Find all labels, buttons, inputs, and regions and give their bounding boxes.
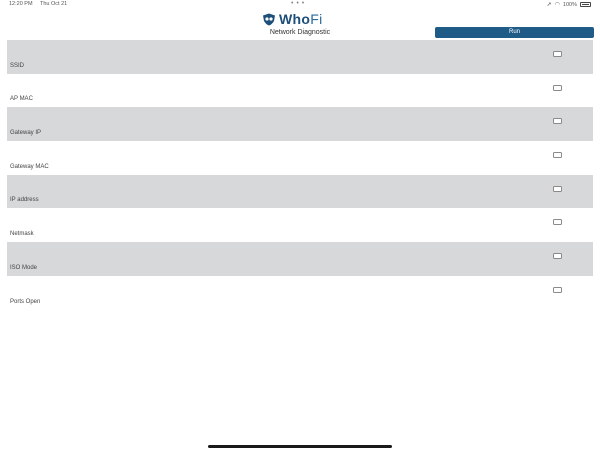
multitasking-dots[interactable]: • • • xyxy=(291,0,305,7)
row-label: Gateway MAC xyxy=(10,163,49,170)
row-label: Ports Open xyxy=(10,298,41,305)
logo-text-fi: Fi xyxy=(310,11,323,27)
row-label: IP address xyxy=(10,197,39,204)
list-item-ap-mac: AP MAC xyxy=(7,74,593,108)
app-logo: WhoFi xyxy=(262,11,322,27)
status-date: Thu Oct 21 xyxy=(39,1,68,7)
home-indicator[interactable] xyxy=(208,445,392,448)
status-left: 12:20 PM Thu Oct 21 xyxy=(9,1,73,7)
list-item-ports-open: Ports Open xyxy=(7,276,593,310)
logo-text-who: Who xyxy=(279,11,311,27)
list-item-netmask: Netmask xyxy=(7,208,593,242)
status-bar: 12:20 PM Thu Oct 21 • • • ➚ ◠ 100% xyxy=(0,0,600,10)
row-label: AP MAC xyxy=(10,96,33,103)
location-icon: ➚ xyxy=(546,2,552,8)
status-checkbox[interactable] xyxy=(553,185,562,192)
list-item-ssid: SSID xyxy=(7,40,593,74)
list-item-gateway-ip: Gateway IP xyxy=(7,107,593,142)
status-checkbox[interactable] xyxy=(553,152,562,159)
status-time: 12:20 PM xyxy=(9,1,33,7)
row-label: SSID xyxy=(10,62,25,69)
status-checkbox[interactable] xyxy=(553,286,562,293)
row-label: Gateway IP xyxy=(10,130,42,137)
diagnostic-list: SSID AP MAC Gateway IP Gateway MAC IP ad… xyxy=(7,40,593,310)
status-checkbox[interactable] xyxy=(553,219,562,226)
status-checkbox[interactable] xyxy=(553,118,562,125)
row-label: Netmask xyxy=(10,231,34,238)
status-checkbox[interactable] xyxy=(553,51,562,57)
run-button[interactable]: Run xyxy=(435,27,594,38)
shield-logo-icon xyxy=(262,13,276,26)
list-item-gateway-mac: Gateway MAC xyxy=(7,141,593,175)
battery-icon xyxy=(580,2,591,7)
list-item-iso-mode: ISO Mode xyxy=(7,242,593,276)
status-right: ➚ ◠ 100% xyxy=(547,1,591,8)
list-item-ip-address: IP address xyxy=(7,174,593,209)
status-checkbox[interactable] xyxy=(553,84,562,91)
status-checkbox[interactable] xyxy=(553,253,562,260)
logo-text: WhoFi xyxy=(279,11,322,27)
battery-percent: 100% xyxy=(562,1,577,8)
row-label: ISO Mode xyxy=(10,264,38,271)
wifi-icon: ◠ xyxy=(554,2,560,8)
